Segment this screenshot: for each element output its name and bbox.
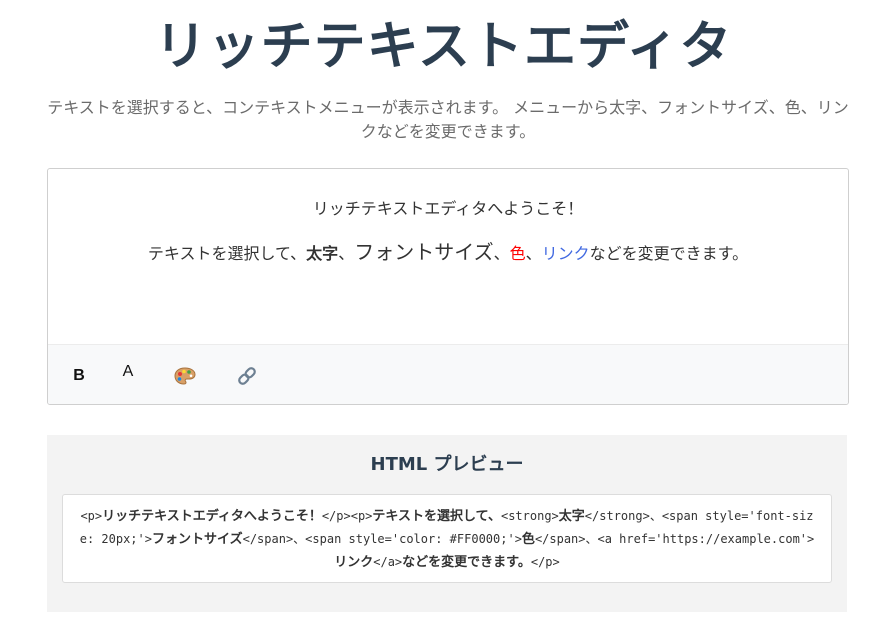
editor-paragraph-welcome[interactable]: リッチテキストエディタへようこそ！	[48, 197, 848, 221]
preview-title: HTML プレビュー	[370, 454, 524, 475]
link-icon	[238, 367, 256, 385]
code-text: フォントサイズ	[151, 532, 243, 547]
editor-toolbar: B A	[48, 344, 848, 404]
font-size-button[interactable]: A	[110, 355, 146, 389]
text-prefix: テキストを選択して、	[147, 244, 307, 263]
code-text: 太字	[558, 509, 585, 524]
html-preview-panel: HTML プレビュー <p>リッチテキストエディタへようこそ！</p><p>テキ…	[47, 435, 847, 612]
code-text: リッチテキストエディタへようこそ！	[102, 509, 322, 524]
red-colored-text: 色	[509, 244, 526, 263]
link-button[interactable]	[229, 359, 265, 393]
editor-paragraph-instructions[interactable]: テキストを選択して、太字、フォントサイズ、色、リンクなどを変更できます。	[48, 239, 848, 267]
code-token: </span>、<span style='color: #FF0000;'>	[242, 532, 522, 546]
code-text: リンク	[334, 555, 374, 570]
code-token: </p><p>	[321, 509, 373, 523]
code-text: などを変更できます。	[402, 555, 531, 570]
editor-link[interactable]: リンク	[542, 244, 590, 263]
code-token: <p>	[80, 509, 103, 523]
code-token: </span>、<a href='https://example.com'>	[534, 532, 815, 546]
code-text: テキストを選択して、	[372, 509, 501, 524]
separator: 、	[338, 244, 355, 263]
code-token: </a>	[373, 555, 403, 569]
large-font-text: フォントサイズ	[354, 240, 494, 264]
separator: 、	[525, 244, 542, 263]
editor-content-area[interactable]: リッチテキストエディタへようこそ！ テキストを選択して、太字、フォントサイズ、色…	[48, 169, 848, 344]
html-code-output: <p>リッチテキストエディタへようこそ！</p><p>テキストを選択して、<st…	[62, 494, 832, 583]
page-subtitle: テキストを選択すると、コンテキストメニューが表示されます。 メニューから太字、フ…	[47, 98, 849, 141]
bold-text: 太字	[306, 244, 339, 263]
code-token: </p>	[530, 555, 560, 569]
palette-icon	[174, 367, 196, 385]
bold-button[interactable]: B	[61, 359, 97, 393]
page-title: リッチテキストエディタ	[154, 17, 733, 77]
separator: 、	[493, 244, 510, 263]
code-text: 色	[521, 532, 535, 547]
code-token: <strong>	[500, 509, 559, 523]
color-button[interactable]	[167, 359, 203, 393]
rich-text-editor: リッチテキストエディタへようこそ！ テキストを選択して、太字、フォントサイズ、色…	[47, 168, 849, 405]
text-suffix: などを変更できます。	[589, 244, 749, 263]
